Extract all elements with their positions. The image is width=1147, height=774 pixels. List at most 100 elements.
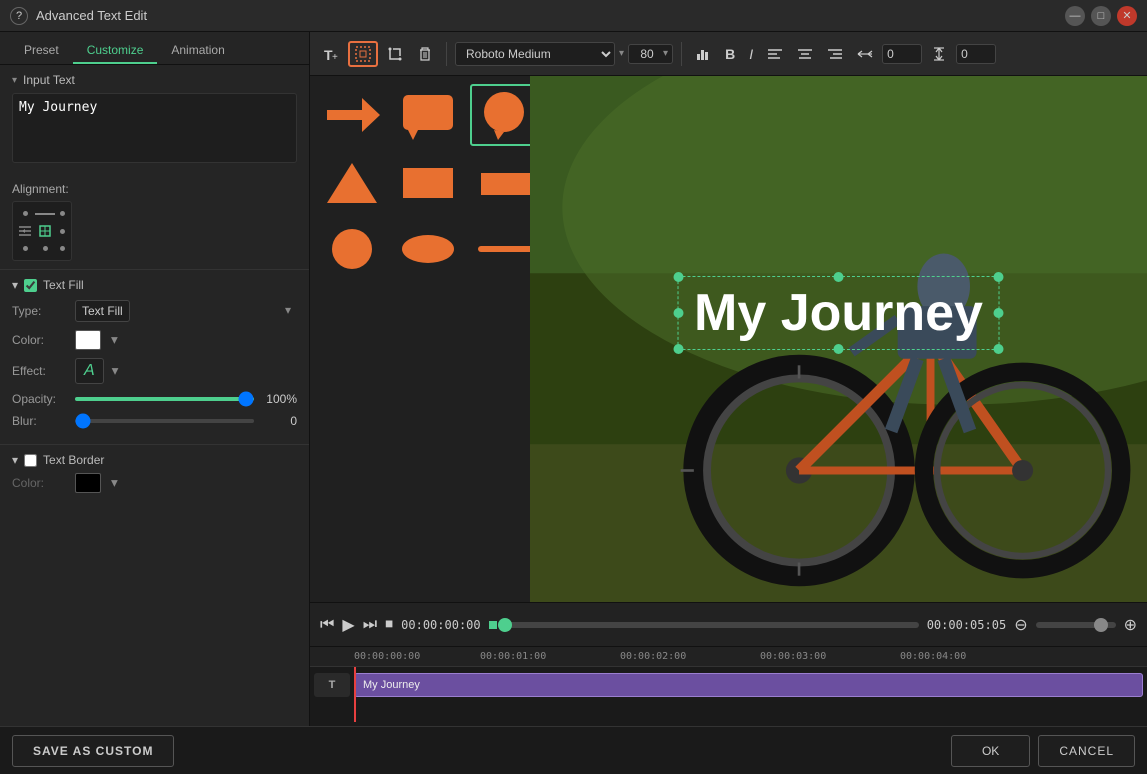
minimize-button[interactable]: — xyxy=(1065,6,1085,26)
video-canvas: My Journey xyxy=(530,76,1147,602)
shape-arrow[interactable] xyxy=(318,84,386,146)
border-color-row: Color: ▾ xyxy=(12,473,297,493)
rewind-button[interactable]: ⏮ xyxy=(320,616,334,634)
italic-button[interactable]: I xyxy=(744,43,758,65)
playbar-dot xyxy=(498,618,512,632)
shape-rectangle[interactable] xyxy=(394,154,462,212)
blur-slider[interactable] xyxy=(75,419,254,423)
handle-bottom-left[interactable] xyxy=(673,344,683,354)
help-icon[interactable]: ? xyxy=(10,7,28,25)
bold-button[interactable]: B xyxy=(720,43,740,65)
handle-top-mid[interactable] xyxy=(833,272,843,282)
tab-preset[interactable]: Preset xyxy=(10,38,73,64)
text-border-checkbox[interactable] xyxy=(24,454,37,467)
align-center-icon xyxy=(797,47,813,61)
timeline-clip[interactable]: My Journey xyxy=(354,673,1143,697)
line-height-button[interactable] xyxy=(926,44,952,64)
zoom-track[interactable] xyxy=(1036,622,1116,628)
input-text-label: Input Text xyxy=(23,73,75,87)
current-time: 00:00:00:00 xyxy=(401,618,480,632)
shape-oval[interactable] xyxy=(394,220,462,278)
align-mid-left[interactable] xyxy=(17,223,33,239)
transform-tool-button[interactable] xyxy=(382,43,408,65)
text-selection-box[interactable]: My Journey xyxy=(677,276,1000,350)
alignment-label: Alignment: xyxy=(12,182,297,196)
toolbar-sep-1 xyxy=(446,42,447,66)
cancel-button[interactable]: CANCEL xyxy=(1038,735,1135,767)
align-top-center[interactable] xyxy=(35,206,55,221)
handle-right-mid[interactable] xyxy=(994,308,1004,318)
align-left-button[interactable] xyxy=(762,44,788,64)
play-button[interactable]: ▶ xyxy=(342,615,354,635)
opacity-slider[interactable] xyxy=(75,397,254,401)
shape-speech-bubble[interactable] xyxy=(394,84,462,146)
tab-customize[interactable]: Customize xyxy=(73,38,158,64)
font-family-select[interactable]: Roboto Medium xyxy=(455,42,615,66)
type-select[interactable]: Text Fill xyxy=(75,300,130,322)
handle-bottom-right[interactable] xyxy=(994,344,1004,354)
line-shape xyxy=(476,224,536,274)
ok-button[interactable]: OK xyxy=(951,735,1030,767)
input-text-header[interactable]: ▾ Input Text xyxy=(12,73,297,87)
circle-shape xyxy=(322,224,382,274)
spacing-button[interactable] xyxy=(852,44,878,64)
text-fill-arrow: ▾ xyxy=(12,278,18,292)
track-label: T xyxy=(314,673,350,697)
text-fill-checkbox[interactable] xyxy=(24,279,37,292)
save-as-custom-button[interactable]: SAVE AS CUSTOM xyxy=(12,735,174,767)
text-fill-header[interactable]: ▾ Text Fill xyxy=(12,278,297,292)
alignment-grid xyxy=(12,201,72,261)
delete-tool-button[interactable] xyxy=(412,43,438,65)
spacing-value-input[interactable] xyxy=(882,44,922,64)
effect-button[interactable]: A xyxy=(75,358,104,384)
ruler-tick-1: 00:00:01:00 xyxy=(480,651,546,662)
line-height-value-input[interactable] xyxy=(956,44,996,64)
input-text-field[interactable] xyxy=(12,93,297,163)
align-top-left[interactable] xyxy=(17,206,33,221)
text-tool-button[interactable]: T+ xyxy=(318,43,344,65)
stop-button[interactable]: ⏹ xyxy=(385,616,393,634)
zoom-in-button[interactable]: ⊕ xyxy=(1124,615,1137,635)
opacity-row: Opacity: 100% xyxy=(12,392,297,406)
font-size-dropdown[interactable]: ▾ xyxy=(663,48,668,59)
align-bot-center[interactable] xyxy=(35,241,55,256)
effect-dropdown-btn[interactable]: ▾ xyxy=(112,363,119,379)
align-mid-right[interactable] xyxy=(57,223,67,239)
color-dropdown-btn[interactable]: ▾ xyxy=(109,332,120,348)
align-center-icon xyxy=(37,223,53,239)
handle-top-left[interactable] xyxy=(673,272,683,282)
color-swatch[interactable] xyxy=(75,330,101,350)
type-label: Type: xyxy=(12,304,67,318)
handle-top-right[interactable] xyxy=(994,272,1004,282)
text-icon: T+ xyxy=(323,46,339,62)
text-fill-section: ▾ Text Fill Type: Text Fill Color: ▾ xyxy=(0,269,309,444)
align-center-button[interactable] xyxy=(792,44,818,64)
line-height-icon xyxy=(931,47,947,61)
border-color-swatch[interactable] xyxy=(75,473,101,493)
tab-animation[interactable]: Animation xyxy=(157,38,238,64)
align-top-right[interactable] xyxy=(57,206,67,221)
forward-button[interactable]: ⏭ xyxy=(363,616,377,634)
bar-icon-button[interactable] xyxy=(690,43,716,65)
font-size-input[interactable] xyxy=(633,47,661,61)
close-button[interactable]: ✕ xyxy=(1117,6,1137,26)
select-tool-button[interactable] xyxy=(348,41,378,67)
align-bot-left[interactable] xyxy=(17,241,33,256)
bottom-right: OK CANCEL xyxy=(951,735,1135,767)
text-border-header[interactable]: ▾ Text Border xyxy=(12,453,297,467)
toolbar: T+ xyxy=(310,32,1147,76)
align-right-button[interactable] xyxy=(822,44,848,64)
align-center[interactable] xyxy=(35,223,55,239)
rectangle-shape xyxy=(398,158,458,208)
border-color-dropdown[interactable]: ▾ xyxy=(109,475,120,491)
shape-triangle[interactable] xyxy=(318,154,386,212)
timeline-strip: 00:00:00:00 00:00:01:00 00:00:02:00 00:0… xyxy=(310,646,1147,726)
zoom-out-button[interactable]: ⊖ xyxy=(1014,615,1027,635)
blur-value: 0 xyxy=(262,414,297,428)
playbar-track[interactable] xyxy=(505,622,919,628)
shape-circle[interactable] xyxy=(318,220,386,278)
align-bot-right[interactable] xyxy=(57,241,67,256)
font-size-wrapper: ▾ xyxy=(628,44,673,64)
handle-left-mid[interactable] xyxy=(673,308,683,318)
maximize-button[interactable]: □ xyxy=(1091,6,1111,26)
